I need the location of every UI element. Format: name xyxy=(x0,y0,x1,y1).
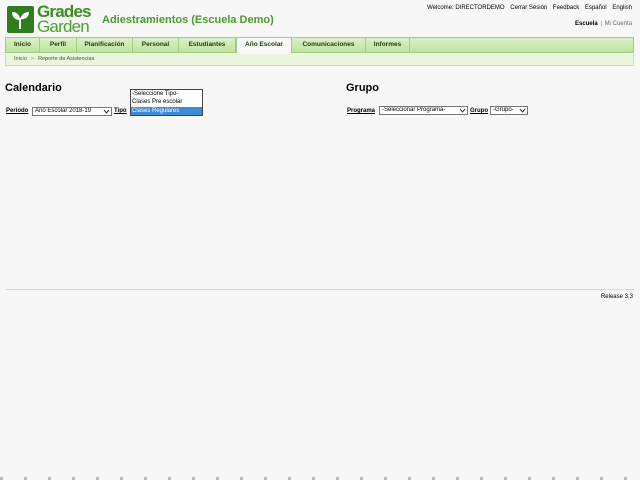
nav-estudiantes[interactable]: Estudiantes xyxy=(179,38,236,52)
chevron-down-icon xyxy=(459,108,466,113)
english-link[interactable]: English xyxy=(612,5,632,11)
logo-wordmark: Grades Garden xyxy=(37,3,99,36)
link-separator: | xyxy=(600,21,602,27)
top-links: Welcome: DIRECTORDEMO Cerrar Sesión Feed… xyxy=(427,5,632,11)
spanish-link[interactable]: Español xyxy=(585,5,607,11)
grupo-label: Grupo xyxy=(470,108,488,114)
grupo-value: -Grupo- xyxy=(493,107,514,113)
programa-select[interactable]: -Seleccionar Programa- xyxy=(379,106,468,115)
nav-ano-escolar[interactable]: Año Escolar xyxy=(236,37,292,53)
logo-line2: Garden xyxy=(37,17,90,36)
periodo-label: Periodo xyxy=(6,108,29,114)
mi-cuenta-link[interactable]: Mi Cuenta xyxy=(605,21,632,27)
calendario-heading: Calendario xyxy=(5,82,62,94)
periodo-value: Año Escolar 2018-19 xyxy=(35,108,92,114)
periodo-select[interactable]: Año Escolar 2018-19 xyxy=(32,107,112,116)
breadcrumb-separator: > xyxy=(30,56,35,62)
breadcrumb: Inicio > Reporte de Asistencias xyxy=(5,54,634,66)
nav-personal[interactable]: Personal xyxy=(133,38,179,52)
logout-link[interactable]: Cerrar Sesión xyxy=(510,5,547,11)
welcome-text: Welcome: DIRECTORDEMO xyxy=(427,5,505,11)
sprout-icon xyxy=(7,6,34,33)
release-version: Release 3.3 xyxy=(600,294,633,300)
escuela-link[interactable]: Escuela xyxy=(575,21,598,27)
feedback-link[interactable]: Feedback xyxy=(553,5,579,11)
account-links: Escuela | Mi Cuenta xyxy=(575,21,632,27)
nav-perfil[interactable]: Perfil xyxy=(40,38,77,52)
grupo-heading: Grupo xyxy=(346,82,379,94)
nav-informes[interactable]: Informes xyxy=(366,38,410,52)
breadcrumb-current: Reporte de Asistencias xyxy=(38,56,95,62)
grades-garden-logo[interactable]: Grades Garden xyxy=(7,3,95,36)
tipo-listbox[interactable]: -Seleccione Tipo- Clases Pre escolar Cla… xyxy=(130,89,203,116)
nav-inicio[interactable]: Inicio xyxy=(6,38,40,52)
app-title: Adiestramientos (Escuela Demo) xyxy=(102,14,274,26)
grupo-select[interactable]: -Grupo- xyxy=(490,106,528,115)
nav-planificacion[interactable]: Planificación xyxy=(77,38,133,52)
main-nav: Inicio Perfil Planificación Personal Est… xyxy=(5,37,634,53)
programa-value: -Seleccionar Programa- xyxy=(382,107,446,113)
breadcrumb-home[interactable]: Inicio xyxy=(14,56,27,62)
chevron-down-icon xyxy=(103,109,110,114)
chevron-down-icon xyxy=(519,108,526,113)
programa-label: Programa xyxy=(347,108,376,114)
tipo-option-selected[interactable]: Clases Regulares xyxy=(131,106,202,115)
nav-comunicaciones[interactable]: Comunicaciones xyxy=(292,38,366,52)
tipo-option[interactable]: Clases Pre escolar xyxy=(131,98,202,106)
footer-divider xyxy=(5,289,634,290)
tipo-label: Tipo xyxy=(114,108,127,114)
tipo-option[interactable]: -Seleccione Tipo- xyxy=(131,90,202,98)
